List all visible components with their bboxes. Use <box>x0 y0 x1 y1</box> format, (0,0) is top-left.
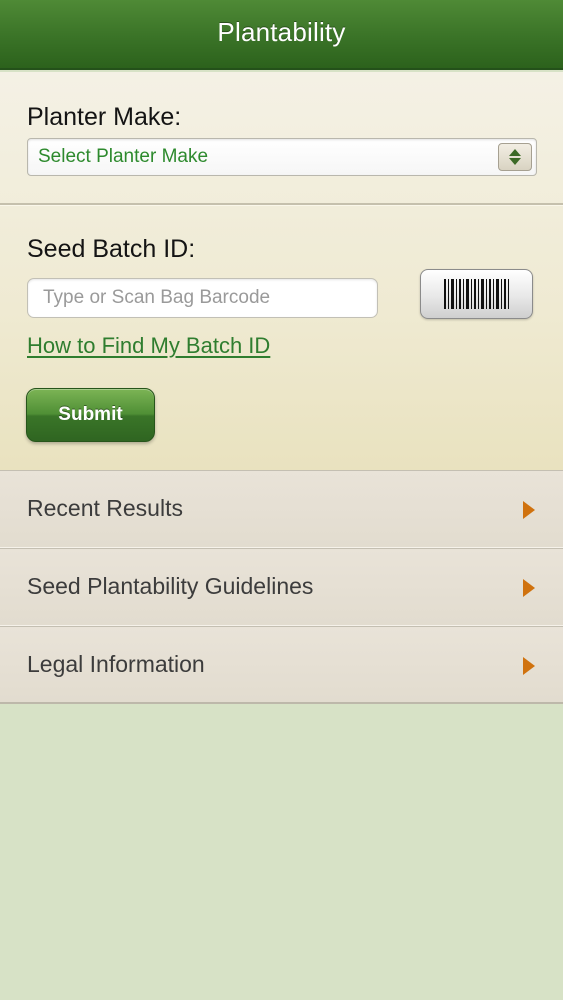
planter-make-select-value: Select Planter Make <box>38 146 209 167</box>
navigation-bar: Plantability <box>0 0 563 70</box>
menu-item-label: Seed Plantability Guidelines <box>27 573 314 599</box>
submit-button[interactable]: Submit <box>26 388 155 442</box>
find-batch-id-link[interactable]: How to Find My Batch ID <box>27 333 270 359</box>
menu-item-legal-information[interactable]: Legal Information <box>0 626 563 704</box>
seed-batch-id-label: Seed Batch ID: <box>27 235 196 263</box>
menu-item-recent-results[interactable]: Recent Results <box>0 470 563 548</box>
updown-arrows-icon <box>498 143 532 171</box>
menu-item-guidelines[interactable]: Seed Plantability Guidelines <box>0 548 563 626</box>
barcode-icon <box>443 279 509 309</box>
section-divider <box>0 203 563 205</box>
submit-button-label: Submit <box>58 404 123 425</box>
planter-make-label: Planter Make: <box>27 103 182 131</box>
chevron-right-icon <box>523 657 535 675</box>
barcode-input[interactable] <box>27 278 378 318</box>
planter-make-select[interactable]: Select Planter Make <box>27 138 537 176</box>
scan-barcode-button[interactable] <box>420 269 533 319</box>
chevron-right-icon <box>523 579 535 597</box>
menu-item-label: Recent Results <box>27 495 183 521</box>
menu-list: Recent Results Seed Plantability Guideli… <box>0 470 563 704</box>
page-title: Plantability <box>217 16 346 47</box>
menu-item-label: Legal Information <box>27 651 205 677</box>
chevron-right-icon <box>523 501 535 519</box>
